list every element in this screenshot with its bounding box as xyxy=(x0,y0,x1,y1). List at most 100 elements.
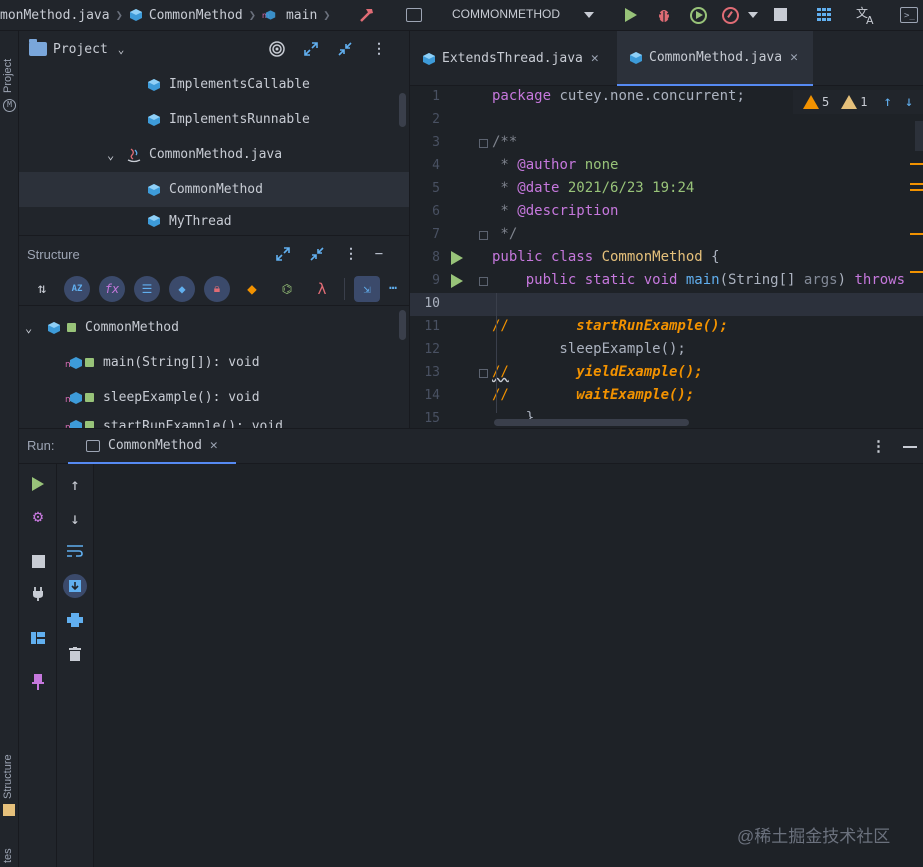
code-line[interactable]: * @description xyxy=(492,203,618,219)
run-class-icon[interactable] xyxy=(451,251,463,265)
arrow-up-icon[interactable]: ↑ xyxy=(65,474,85,494)
project-scrollbar[interactable] xyxy=(399,93,406,127)
code-line[interactable]: */ xyxy=(492,226,517,242)
scroll-to-end-icon[interactable] xyxy=(63,574,87,598)
warning-count[interactable]: 5 xyxy=(822,95,829,109)
code-line[interactable]: sleepExample(); xyxy=(492,341,685,357)
show-inherited-icon[interactable]: ◆ xyxy=(239,276,265,302)
code-line[interactable]: /** xyxy=(492,134,517,150)
collapse-all-icon[interactable] xyxy=(337,41,353,57)
soft-wrap-icon[interactable] xyxy=(65,541,85,561)
rerun-icon[interactable] xyxy=(28,474,48,494)
breadcrumb-method[interactable]: main xyxy=(286,8,317,23)
weak-warning-icon[interactable] xyxy=(841,95,858,109)
show-lambdas-icon[interactable]: λ xyxy=(309,276,335,302)
structure-member[interactable]: m startRunExample(): void xyxy=(19,415,409,428)
code-line[interactable]: package cutey.none.concurrent; xyxy=(492,88,745,104)
fold-icon[interactable] xyxy=(479,277,488,286)
structure-scrollbar[interactable] xyxy=(399,310,406,340)
print-icon[interactable] xyxy=(65,610,85,630)
project-structure-icon[interactable] xyxy=(817,8,831,21)
code-line[interactable]: * @author none xyxy=(492,157,618,173)
fold-icon[interactable] xyxy=(479,139,488,148)
run-config-select[interactable]: COMMONMETHOD xyxy=(452,7,560,21)
structure-root[interactable]: ⌄ CommonMethod xyxy=(19,310,409,345)
more-options-icon[interactable]: ⋮ xyxy=(371,41,387,57)
show-anonymous-icon[interactable]: ⌬ xyxy=(274,276,300,302)
code-line[interactable]: // waitExample(); xyxy=(492,387,694,403)
more-options-icon[interactable]: ⋯ xyxy=(389,281,397,296)
error-stripe-mark[interactable] xyxy=(910,271,923,273)
horizontal-scrollbar[interactable] xyxy=(494,419,689,426)
terminal-icon[interactable]: >_ xyxy=(900,7,918,23)
translate-icon[interactable]: 文A xyxy=(856,5,878,27)
show-tags-icon[interactable]: ◆ xyxy=(169,275,195,302)
code-line[interactable]: public class CommonMethod { xyxy=(492,249,720,265)
favorites-tool-tab[interactable]: tes xyxy=(2,848,14,863)
tree-item[interactable]: ⌄ CommonMethod.java xyxy=(19,137,409,172)
minimize-icon[interactable]: − xyxy=(371,246,387,262)
chevron-down-icon[interactable]: ⌄ xyxy=(25,321,47,335)
more-options-icon[interactable]: ⋮ xyxy=(343,246,359,262)
layout-icon[interactable] xyxy=(28,628,48,648)
autoscroll-icon[interactable]: ⇲ xyxy=(354,275,380,302)
plug-icon[interactable] xyxy=(28,584,48,604)
structure-member[interactable]: m main(String[]): void xyxy=(19,345,409,380)
tree-item-selected[interactable]: CommonMethod xyxy=(19,172,409,207)
fold-icon[interactable] xyxy=(479,369,488,378)
code-line[interactable]: public static void main(String[] args) t… xyxy=(492,272,905,288)
stop-icon[interactable] xyxy=(774,8,787,21)
expand-all-icon[interactable] xyxy=(303,41,319,57)
locate-target-icon[interactable] xyxy=(269,41,285,57)
profiler-icon[interactable] xyxy=(722,7,739,24)
collapse-all-icon[interactable] xyxy=(309,246,325,262)
tab-commonmethod[interactable]: CommonMethod.java ✕ xyxy=(617,31,813,86)
sort-alphabetically-icon[interactable]: AZ xyxy=(64,275,90,302)
weak-warning-count[interactable]: 1 xyxy=(860,95,867,109)
sort-icon[interactable]: ⇅ xyxy=(29,276,55,302)
debug-bug-icon[interactable] xyxy=(656,7,672,23)
expand-all-icon[interactable] xyxy=(275,246,291,262)
show-fields-icon[interactable]: fx xyxy=(99,275,125,302)
error-stripe-mark[interactable] xyxy=(910,189,923,191)
coverage-icon[interactable] xyxy=(690,7,707,24)
error-stripe-mark[interactable] xyxy=(910,183,923,185)
run-method-icon[interactable] xyxy=(451,274,463,288)
error-stripe-mark[interactable] xyxy=(910,233,923,235)
minimize-icon[interactable] xyxy=(903,446,917,448)
chevron-down-icon[interactable] xyxy=(584,12,594,18)
project-tool-tab[interactable]: Project xyxy=(2,59,14,93)
close-icon[interactable]: ✕ xyxy=(591,51,599,66)
previous-highlight-icon[interactable]: ↑ xyxy=(883,94,891,110)
code-line[interactable]: // yieldExample(); xyxy=(492,364,703,380)
tab-extendsthread[interactable]: ExtendsThread.java ✕ xyxy=(410,31,617,86)
arrow-down-icon[interactable]: ↓ xyxy=(65,508,85,528)
warning-icon[interactable] xyxy=(803,95,819,109)
fold-icon[interactable] xyxy=(479,231,488,240)
code-line[interactable]: * @date 2021/6/23 19:24 xyxy=(492,180,694,196)
more-options-icon[interactable]: ⋮ xyxy=(871,437,886,455)
chevron-down-icon[interactable] xyxy=(748,12,758,18)
chevron-down-icon[interactable]: ⌄ xyxy=(107,148,127,162)
structure-tool-tab[interactable]: Structure xyxy=(2,754,14,799)
project-panel-title[interactable]: Project xyxy=(53,42,108,57)
stop-icon[interactable] xyxy=(28,551,48,571)
show-non-public-icon[interactable]: 🔒︎ xyxy=(204,275,230,302)
close-icon[interactable]: ✕ xyxy=(210,438,218,453)
breadcrumb-file[interactable]: monMethod.java xyxy=(0,8,110,23)
code-line[interactable]: // startRunExample(); xyxy=(492,318,728,334)
settings-gear-icon[interactable]: ⚙ xyxy=(28,507,48,527)
show-properties-icon[interactable]: ☰ xyxy=(134,275,160,302)
error-stripe-mark[interactable] xyxy=(910,163,923,165)
run-icon[interactable] xyxy=(625,8,637,22)
breadcrumb-class[interactable]: CommonMethod xyxy=(149,8,243,23)
run-tab[interactable]: CommonMethod ✕ xyxy=(68,429,236,464)
build-hammer-icon[interactable] xyxy=(358,6,376,24)
tree-item[interactable]: ImplementsCallable xyxy=(19,67,409,102)
next-highlight-icon[interactable]: ↓ xyxy=(905,94,913,110)
pin-icon[interactable] xyxy=(28,672,48,692)
tree-item[interactable]: ImplementsRunnable xyxy=(19,102,409,137)
close-icon[interactable]: ✕ xyxy=(790,50,798,65)
chevron-down-icon[interactable]: ⌄ xyxy=(118,43,125,56)
tree-item[interactable]: MyThread xyxy=(19,207,409,235)
